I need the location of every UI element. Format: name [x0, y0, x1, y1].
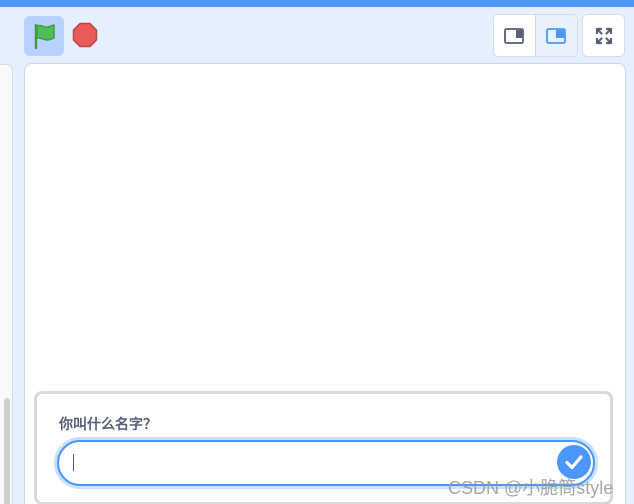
green-flag-button[interactable]: [24, 16, 64, 56]
watermark-text: CSDN @小脆筒style: [448, 478, 614, 498]
large-stage-layout-icon: [546, 27, 567, 44]
check-icon: [565, 455, 583, 470]
stop-button[interactable]: [70, 20, 100, 50]
scrollbar[interactable]: [4, 398, 10, 504]
fullscreen-button[interactable]: [582, 14, 625, 57]
large-stage-button[interactable]: [535, 15, 577, 56]
text-caret: [73, 454, 74, 471]
stage-area: 你叫什么名字？ CSDN @小脆筒style: [0, 0, 634, 504]
small-stage-layout-icon: [504, 27, 525, 44]
green-flag-icon: [34, 23, 55, 50]
menu-bar-edge: [0, 0, 634, 7]
stage-controls-bar: [0, 7, 634, 63]
small-stage-button[interactable]: [494, 15, 536, 56]
stop-sign-icon: [72, 22, 98, 48]
ask-question-label: 你叫什么名字？: [59, 417, 157, 433]
fullscreen-icon: [595, 27, 612, 44]
stage-size-toggle: [493, 14, 578, 57]
